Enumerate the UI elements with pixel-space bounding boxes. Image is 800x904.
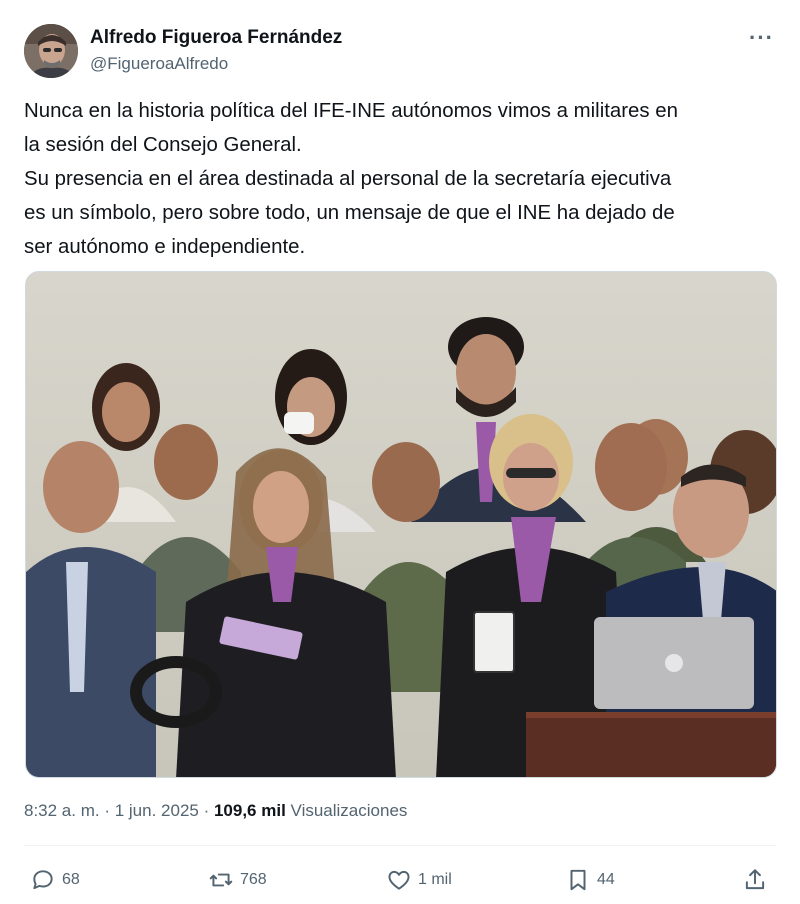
reply-icon [33, 870, 53, 890]
user-handle[interactable]: @FigueroaAlfredo [90, 52, 342, 76]
tweet-header: Alfredo Figueroa Fernández @FigueroaAlfr… [24, 22, 784, 80]
tweet-line: Nunca en la historia política del IFE-IN… [24, 100, 678, 122]
meta-separator: · [99, 801, 115, 820]
repost-count: 768 [240, 871, 267, 888]
like-count: 1 mil [418, 871, 452, 888]
repost-icon [209, 873, 233, 887]
tweet-time[interactable]: 8:32 a. m. [24, 801, 100, 820]
share-button[interactable] [742, 862, 768, 898]
tweet-line: ser autónomo e independiente. [24, 236, 306, 258]
tweet-line: la sesión del Consejo General. [24, 134, 302, 156]
meta-separator: · [198, 801, 214, 820]
display-name[interactable]: Alfredo Figueroa Fernández [90, 26, 342, 50]
like-icon [388, 870, 410, 890]
tweet-photo[interactable] [25, 271, 777, 778]
views-count: 109,6 mil [213, 801, 286, 820]
divider [24, 845, 776, 846]
repost-button[interactable]: 768 [208, 862, 267, 898]
views-label: Visualizaciones [290, 801, 408, 820]
bookmark-button[interactable]: 44 [565, 862, 615, 898]
reply-count: 68 [62, 871, 80, 888]
tweet-line: Su presencia en el área destinada al per… [24, 168, 672, 190]
tweet-meta: 8:32 a. m. · 1 jun. 2025 · 109,6 mil Vis… [24, 801, 407, 821]
reply-button[interactable]: 68 [30, 862, 80, 898]
bookmark-icon [570, 869, 586, 891]
more-dots-icon[interactable]: ··· [749, 27, 774, 49]
tweet-line: es un símbolo, pero sobre todo, un mensa… [24, 202, 675, 224]
author-block: Alfredo Figueroa Fernández @FigueroaAlfr… [90, 26, 342, 76]
avatar-image [24, 24, 78, 78]
avatar[interactable] [24, 24, 78, 78]
like-button[interactable]: 1 mil [386, 862, 452, 898]
tweet-text: Nunca en la historia política del IFE-IN… [24, 94, 776, 264]
bookmark-count: 44 [597, 871, 615, 888]
action-bar: 68 768 1 mil 44 [24, 862, 776, 898]
photo-illustration [26, 272, 776, 777]
tweet-date[interactable]: 1 jun. 2025 [115, 801, 199, 820]
share-icon [745, 869, 765, 890]
